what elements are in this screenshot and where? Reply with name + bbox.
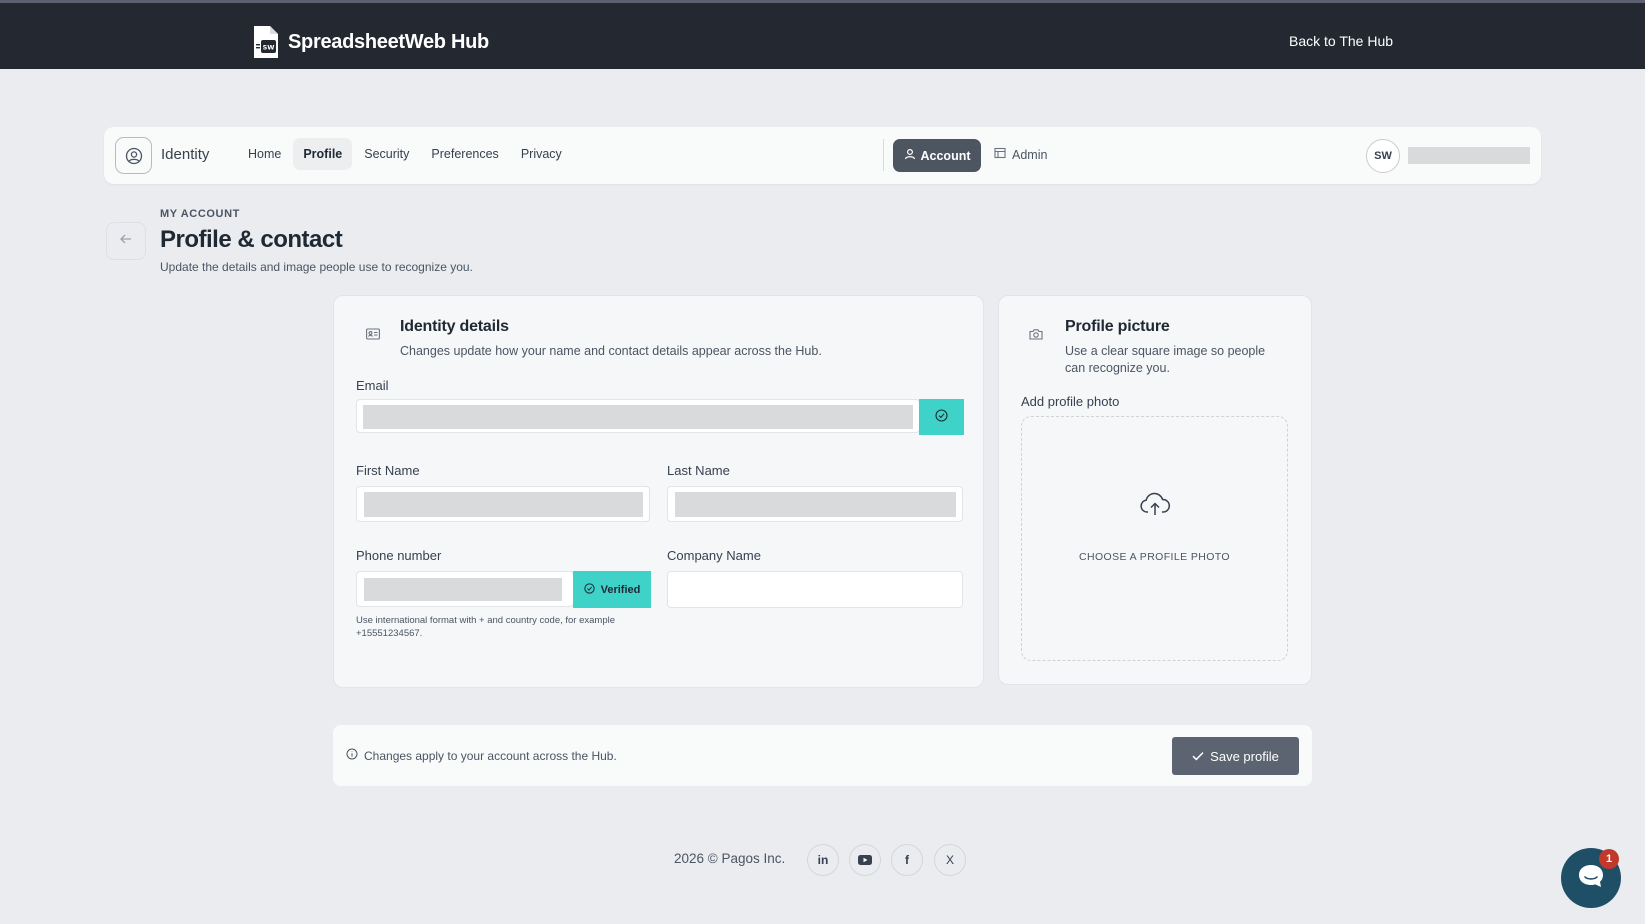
first-name-field[interactable] [356,486,650,522]
save-profile-button[interactable]: Save profile [1172,737,1299,775]
check-icon [1192,749,1204,764]
account-button-label: Account [920,148,971,163]
phone-value-redacted [364,578,562,601]
phone-label: Phone number [356,548,442,563]
back-button[interactable] [106,222,146,260]
page-title: Profile & contact [160,226,343,253]
nav-section-title: Identity [161,146,210,163]
identity-nav: Identity Home Profile Security Preferenc… [104,127,1541,184]
save-bar-info-text: Changes apply to your account across the… [364,748,617,763]
phone-verified-badge: Verified [573,571,651,608]
save-profile-label: Save profile [1210,748,1279,764]
email-value-redacted [363,405,913,429]
copyright: 2026 © Pagos Inc. [674,851,786,866]
photo-dropzone[interactable]: CHOOSE A PROFILE PHOTO [1021,416,1288,661]
user-circle-icon[interactable] [115,137,152,174]
account-button[interactable]: Account [893,139,981,172]
brand-name: SpreadsheetWeb Hub [288,30,489,53]
page-subtitle: Update the details and image people use … [160,260,473,274]
identity-card-title: Identity details [400,318,509,335]
user-name-redacted [1408,147,1530,164]
tab-profile[interactable]: Profile [293,138,353,170]
x-twitter-icon[interactable]: X [934,844,966,876]
facebook-icon[interactable]: f [891,844,923,876]
tab-home[interactable]: Home [238,138,291,170]
email-verified-button[interactable] [919,399,964,435]
check-circle-icon [583,582,595,597]
chat-notification-badge: 1 [1599,849,1619,869]
linkedin-icon[interactable]: in [807,844,839,876]
admin-panel-icon [994,147,1006,162]
youtube-icon[interactable] [849,844,881,876]
phone-field[interactable] [356,571,574,607]
id-card-icon [364,325,382,343]
identity-card-subtitle: Changes update how your name and contact… [400,344,822,358]
email-field[interactable] [356,399,920,433]
verified-label: Verified [600,583,641,596]
last-name-label: Last Name [667,463,730,478]
picture-card-subtitle: Use a clear square image so people can r… [1065,344,1266,375]
first-name-label: First Name [356,463,420,478]
tab-preferences[interactable]: Preferences [421,138,508,170]
user-icon [904,148,916,163]
top-bar: SW SpreadsheetWeb Hub Back to The Hub [0,0,1645,69]
add-photo-label: Add profile photo [1021,394,1120,409]
choose-photo-label: CHOOSE A PROFILE PHOTO [1079,551,1230,563]
avatar[interactable]: SW [1366,139,1400,173]
phone-format-hint: Use international format with + and coun… [356,615,616,639]
tab-privacy[interactable]: Privacy [511,138,572,170]
back-to-hub-link[interactable]: Back to The Hub [1289,33,1393,49]
save-bar-info: Changes apply to your account across the… [346,748,617,763]
admin-link-label: Admin [1012,147,1048,162]
identity-details-card: Identity details Changes update how your… [333,295,984,688]
company-name-field[interactable] [667,571,963,608]
profile-picture-card: Profile picture Use a clear square image… [998,295,1312,685]
email-label: Email [356,378,389,393]
admin-link[interactable]: Admin [994,147,1047,162]
last-name-value-redacted [675,492,956,517]
tab-security[interactable]: Security [354,138,419,170]
nav-divider [883,139,884,171]
save-bar: Changes apply to your account across the… [333,725,1312,786]
check-circle-icon [935,409,948,425]
company-label: Company Name [667,548,761,563]
spreadsheet-logo-icon: SW [252,25,280,59]
brand[interactable]: SW SpreadsheetWeb Hub [252,25,489,59]
nav-tabs: Home Profile Security Preferences Privac… [238,138,572,170]
last-name-field[interactable] [667,486,963,522]
page-eyebrow: MY ACCOUNT [160,208,240,220]
info-icon [346,748,358,763]
first-name-value-redacted [364,492,643,517]
svg-text:SW: SW [263,44,275,52]
cloud-upload-icon [1139,492,1171,523]
arrow-left-icon [119,232,133,251]
picture-card-title: Profile picture [1065,318,1170,335]
camera-icon [1027,325,1045,343]
